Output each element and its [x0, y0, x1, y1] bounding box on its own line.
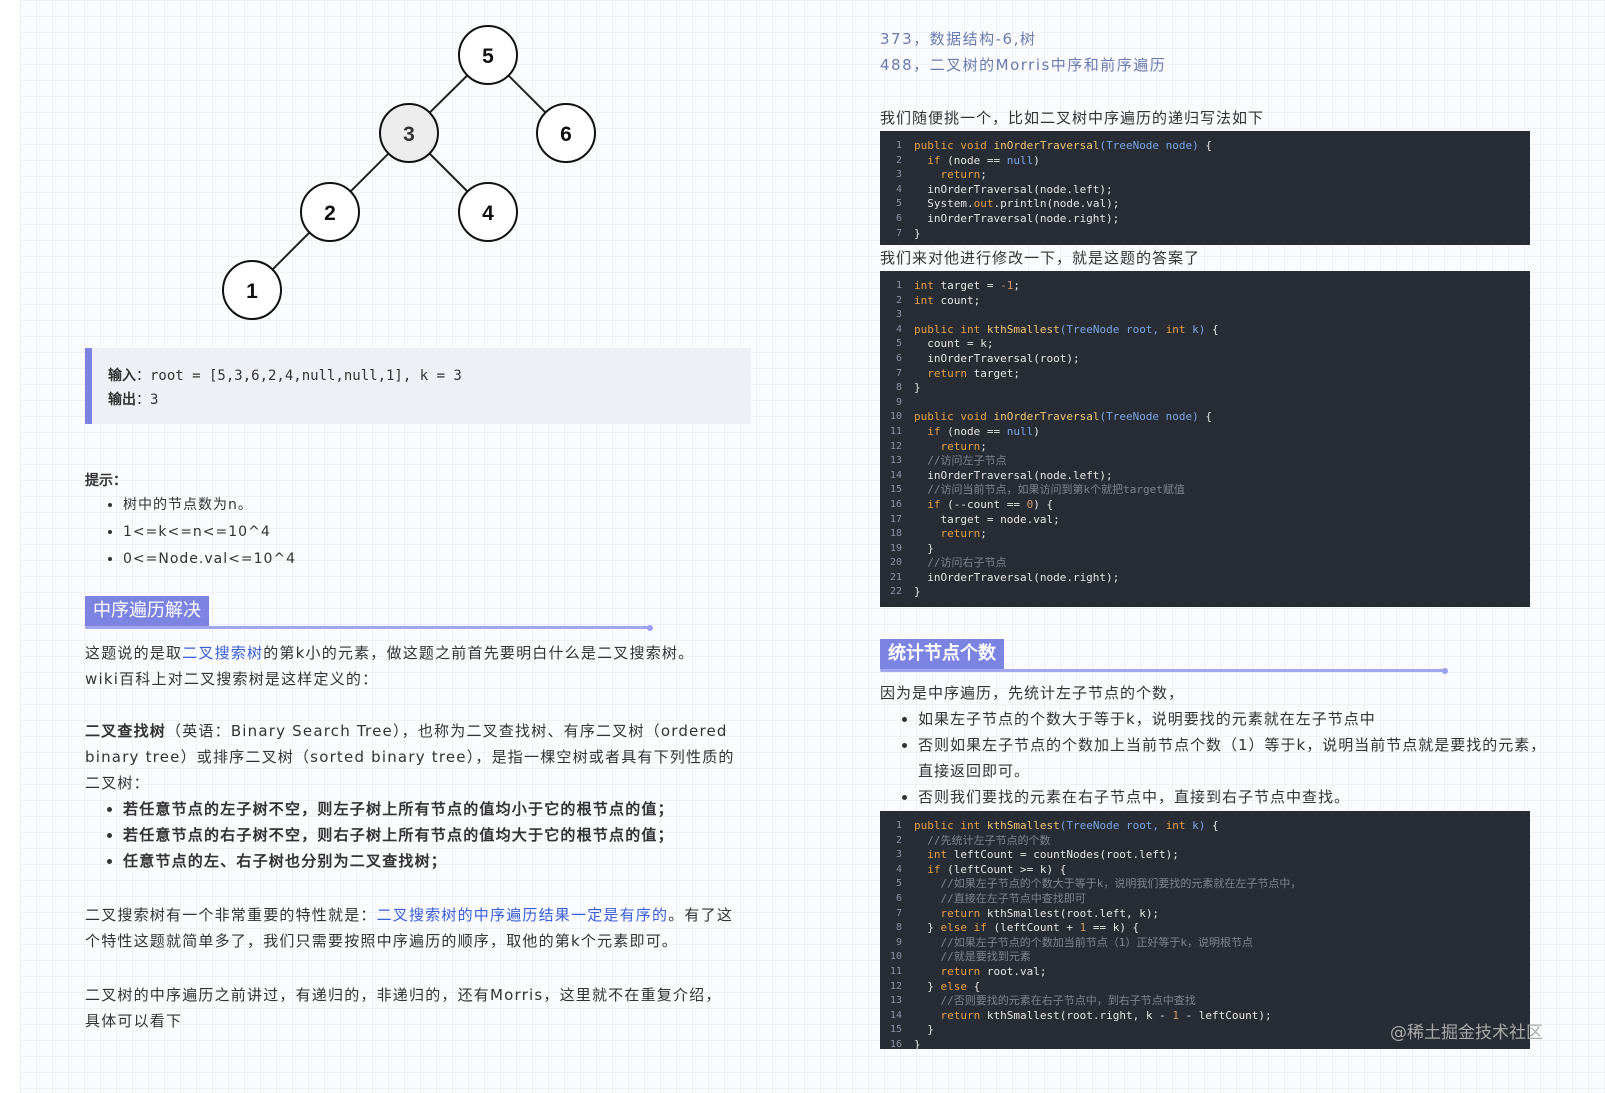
tree-node: 2 — [300, 182, 360, 242]
hint-item: 1<=k<=n<=10^4 — [123, 521, 296, 548]
ref-link-373[interactable]: 373，数据结构-6,树 — [880, 30, 1036, 48]
code-block-count-nodes: 1 public int kthSmallest(TreeNode root, i… — [880, 811, 1530, 1049]
definition-term: 二叉查找树 — [85, 722, 167, 740]
text-span: 二叉搜索树有一个非常重要的特性就是： — [85, 906, 377, 924]
code-block-kth-smallest: 1 int target = -1; 2 int count; 3 4 public … — [880, 271, 1530, 607]
code-block-inorder: 1 public void inOrderTraversal(TreeNode n… — [880, 131, 1530, 245]
bst-properties-list: 若任意节点的左子树不空，则左子树上所有节点的值均小于它的根节点的值； 若任意节点… — [85, 796, 674, 874]
definition-text: （英语：Binary Search Tree），也称为二叉查找树、有序二叉树（o… — [85, 722, 735, 792]
count-logic-item: 如果左子节点的个数大于等于k，说明要找的元素就在左子节点中 — [918, 706, 1548, 732]
text-span: 这题说的是取 — [85, 644, 183, 662]
bst-link[interactable]: 二叉搜索树 — [182, 644, 263, 662]
section-heading-label: 中序遍历解决 — [85, 596, 209, 626]
definition-paragraph: 二叉查找树（英语：Binary Search Tree），也称为二叉查找树、有序… — [85, 718, 735, 796]
morris-paragraph: 二叉树的中序遍历之前讲过，有递归的，非递归的，还有Morris，这里就不在重复介… — [85, 986, 722, 1030]
tree-node-label: 3 — [403, 123, 415, 146]
section-heading-dot — [647, 625, 653, 631]
modify-intro-text: 我们来对他进行修改一下，就是这题的答案了 — [880, 249, 1201, 267]
input-label: 输入 — [108, 368, 136, 384]
bst-property: 任意节点的左、右子树也分别为二叉查找树； — [123, 848, 674, 874]
tree-node: 1 — [222, 260, 282, 320]
binary-tree-diagram: 5 3 6 2 4 1 — [222, 25, 596, 320]
inorder-sorted-link[interactable]: 二叉搜索树的中序遍历结果一定是有序的 — [377, 906, 669, 924]
intro-paragraph: 这题说的是取二叉搜索树的第k小的元素，做这题之前首先要明白什么是二叉搜索树。 w… — [85, 640, 751, 692]
property-paragraph: 二叉搜索树有一个非常重要的特性就是：二叉搜索树的中序遍历结果一定是有序的。有了这… — [85, 902, 735, 954]
output-value: ：3 — [136, 392, 159, 408]
hint-item: 0<=Node.val<=10^4 — [123, 548, 296, 575]
recursive-intro-text: 我们随便挑一个，比如二叉树中序遍历的递归写法如下 — [880, 109, 1265, 127]
hints-list: 树中的节点数为n。 1<=k<=n<=10^4 0<=Node.val<=10^… — [85, 494, 296, 575]
tree-node-root: 5 — [458, 25, 518, 85]
count-logic-item: 否则我们要找的元素在右子节点中，直接到右子节点中查找。 — [918, 784, 1548, 810]
hints-title: 提示： — [85, 473, 127, 489]
bst-property: 若任意节点的左子树不空，则左子树上所有节点的值均小于它的根节点的值； — [123, 796, 674, 822]
count-logic-item: 否则如果左子节点的个数加上当前节点个数（1）等于k，说明当前节点就是要找的元素，… — [918, 732, 1548, 784]
tree-node-label: 2 — [324, 202, 336, 225]
tree-node-label: 4 — [482, 202, 494, 225]
tree-node: 6 — [536, 103, 596, 163]
count-logic-list: 如果左子节点的个数大于等于k，说明要找的元素就在左子节点中 否则如果左子节点的个… — [880, 706, 1548, 810]
section-heading-count: 统计节点个数 — [880, 639, 1460, 674]
input-value: ：root = [5,3,6,2,4,null,null,1], k = 3 — [136, 368, 462, 384]
example-blockquote: 输入：root = [5,3,6,2,4,null,null,1], k = 3… — [85, 348, 751, 424]
hint-item: 树中的节点数为n。 — [123, 494, 296, 521]
tree-node-highlighted: 3 — [379, 103, 439, 163]
section-heading-inorder: 中序遍历解决 — [85, 596, 665, 631]
tree-node-label: 5 — [482, 45, 494, 68]
watermark: @稀土掘金技术社区 — [1390, 1023, 1543, 1043]
count-intro-text: 因为是中序遍历，先统计左子节点的个数， — [880, 684, 1185, 702]
tree-node: 4 — [458, 182, 518, 242]
output-label: 输出 — [108, 392, 136, 408]
ref-link-488[interactable]: 488，二叉树的Morris中序和前序遍历 — [880, 56, 1166, 74]
section-heading-dot — [1442, 668, 1448, 674]
text-span: 的第k小的元素，做这题之前首先要明白什么是二叉搜索树。 — [263, 644, 695, 662]
tree-node-label: 1 — [246, 280, 258, 303]
section-heading-label: 统计节点个数 — [880, 639, 1004, 669]
section-heading-underline — [880, 669, 1445, 672]
text-span: wiki百科上对二叉搜索树是这样定义的： — [85, 670, 379, 688]
bst-property: 若任意节点的右子树不空，则右子树上所有节点的值均大于它的根节点的值； — [123, 822, 674, 848]
section-heading-underline — [85, 626, 650, 629]
tree-node-label: 6 — [560, 123, 572, 146]
